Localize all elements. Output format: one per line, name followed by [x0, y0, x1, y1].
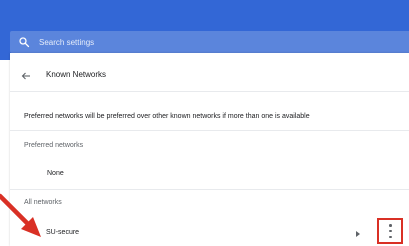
preferred-networks-label: Preferred networks [24, 142, 84, 149]
preferred-networks-empty: None [47, 170, 64, 177]
network-name: SU-secure [46, 229, 80, 236]
more-vertical-icon [389, 224, 392, 238]
search-input[interactable] [39, 37, 339, 47]
divider [10, 189, 409, 190]
network-row-su-secure[interactable]: SU-secure [10, 218, 409, 246]
more-options-button[interactable] [377, 218, 403, 244]
description-text: Preferred networks will be preferred ove… [24, 113, 310, 120]
red-arrow-annotation [0, 193, 41, 237]
page-title: Known Networks [46, 70, 107, 79]
search-icon [19, 37, 30, 48]
page-header: Known Networks [10, 60, 409, 92]
search-bar[interactable] [10, 31, 409, 53]
divider [10, 130, 409, 131]
chevron-right-icon[interactable] [355, 230, 361, 238]
back-arrow-icon[interactable] [20, 70, 32, 82]
